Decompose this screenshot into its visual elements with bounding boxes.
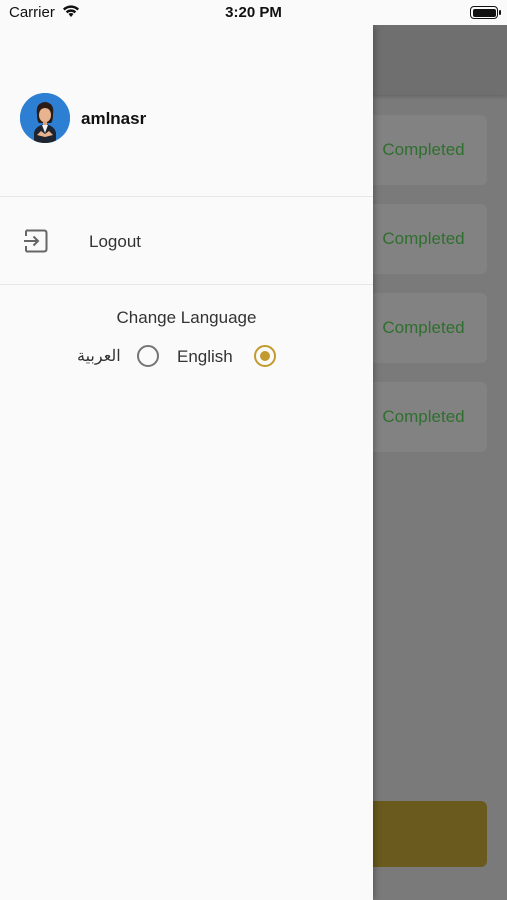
arabic-option-label: العربية [77, 348, 121, 365]
task-status: Completed [382, 407, 465, 426]
english-option-label: English [177, 347, 233, 366]
battery-icon [470, 6, 501, 19]
user-name: amlnasr [81, 109, 147, 128]
divider [0, 284, 373, 285]
arabic-radio[interactable] [137, 345, 159, 367]
task-status: Completed [382, 140, 465, 159]
english-radio[interactable] [254, 345, 276, 367]
task-status: Completed [382, 229, 465, 248]
selected-dot [260, 351, 270, 361]
avatar [20, 93, 70, 143]
status-bar: Carrier 3:20 PM [0, 0, 507, 25]
user-avatar-icon [20, 93, 70, 143]
logout-menu-item[interactable]: Logout [0, 197, 373, 284]
navigation-drawer: amlnasr Logout Change Language العربية E… [0, 25, 373, 900]
change-language-title: Change Language [116, 308, 257, 327]
task-status: Completed [382, 318, 465, 337]
clock: 3:20 PM [225, 4, 282, 21]
drawer-header: amlnasr [0, 25, 373, 196]
language-radio-group: العربية English [0, 343, 373, 371]
logout-label: Logout [89, 232, 141, 251]
logout-icon [24, 229, 48, 253]
